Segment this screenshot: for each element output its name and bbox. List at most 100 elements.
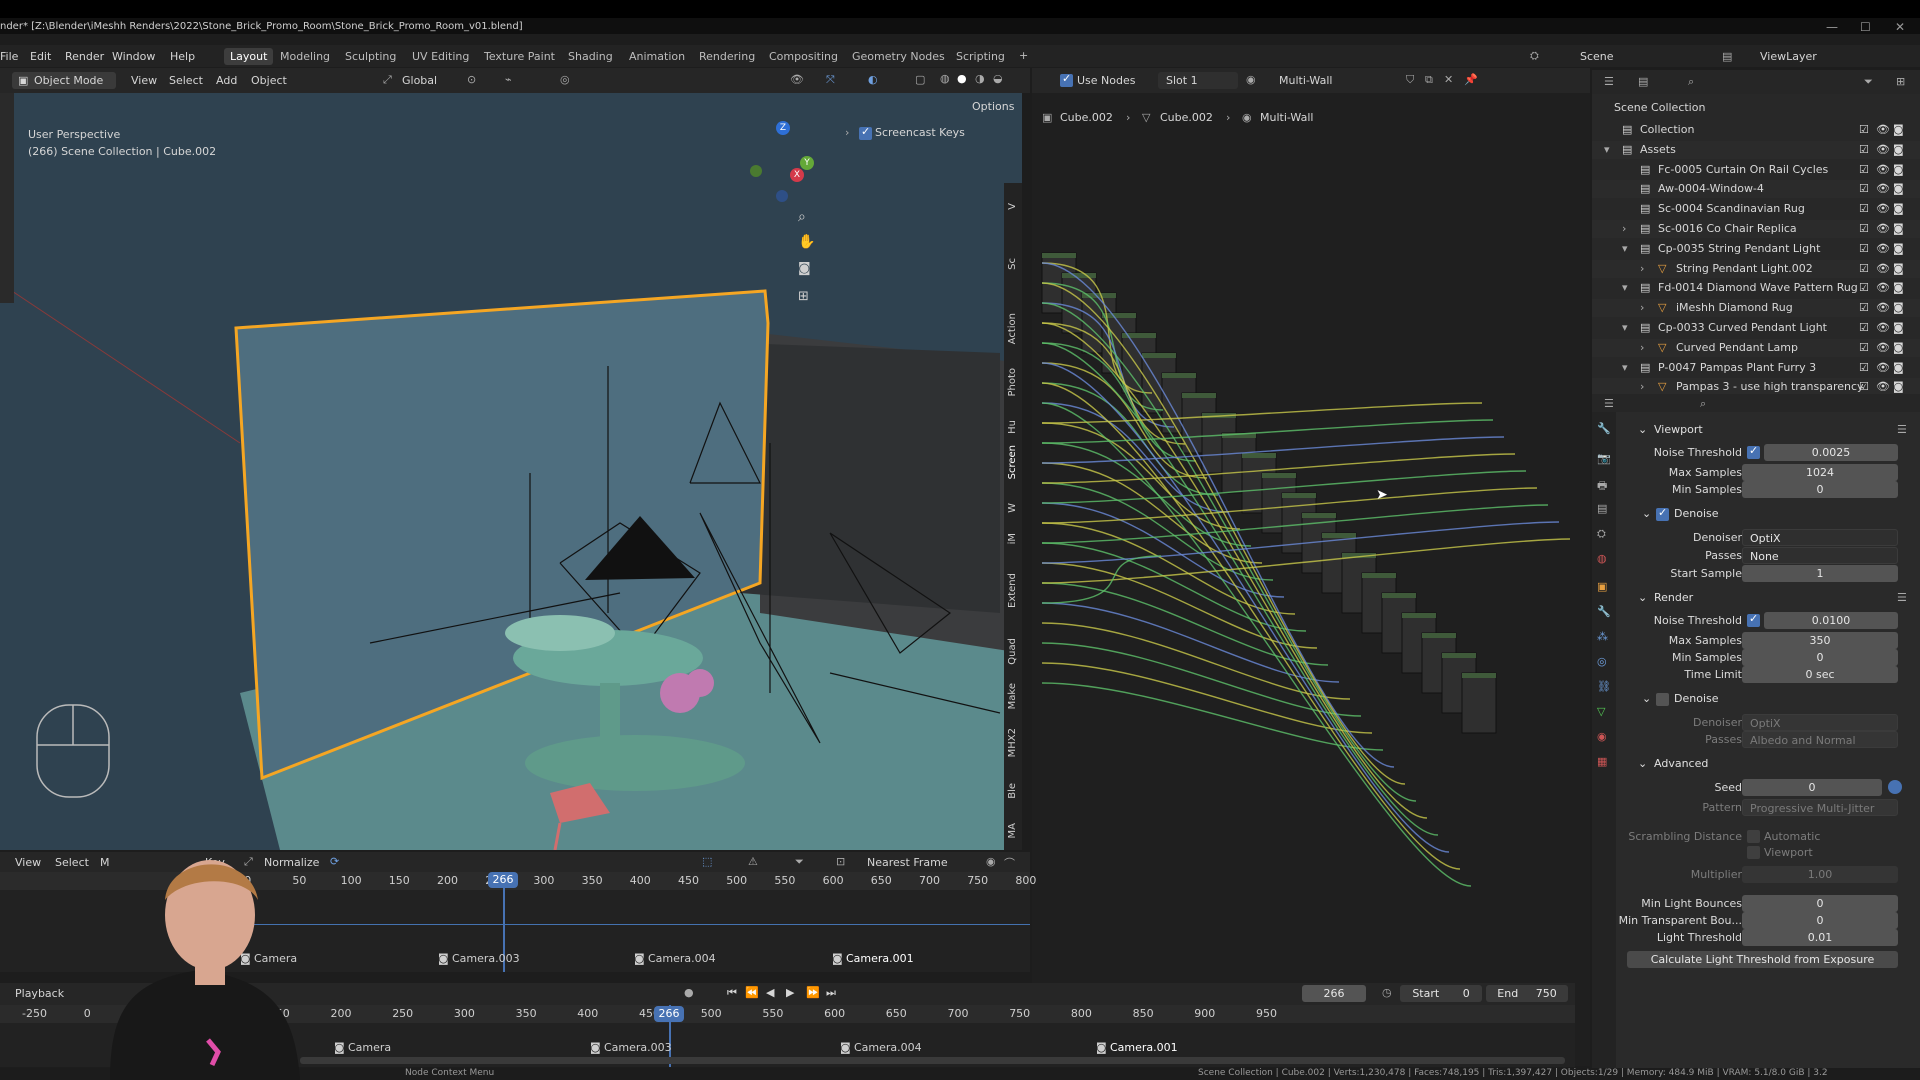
camera-view-icon[interactable]: ◙ — [798, 261, 811, 276]
screencast-keys-checkbox[interactable] — [859, 125, 872, 140]
screencast-keys-panel[interactable]: › Screencast Keys — [845, 125, 1010, 142]
pivot-icon[interactable]: ⊙ — [467, 73, 476, 86]
search-icon[interactable]: ⌕ — [1688, 75, 1694, 89]
outliner-row[interactable]: › ▤ Sc-0016 Co Chair Replica ☑ 👁 ◙ — [1592, 220, 1920, 238]
current-frame-field[interactable]: 266 — [1302, 985, 1366, 1002]
outliner-row[interactable]: › ▽ iMeshh Diamond Rug ☑ 👁 ◙ — [1592, 299, 1920, 318]
output-tab-icon[interactable]: 🖶 — [1597, 477, 1607, 496]
sidetab-extend[interactable]: Extend — [1007, 573, 1018, 608]
play-reverse-icon[interactable]: ◀ — [766, 986, 774, 999]
expand-arrow-icon[interactable]: › — [1622, 222, 1626, 235]
sidetab-action[interactable]: Action — [1007, 313, 1018, 344]
seed-field[interactable]: 0 — [1742, 779, 1882, 796]
tab-compositing[interactable]: Compositing — [769, 50, 838, 63]
multiplier-field[interactable]: 1.00 — [1742, 866, 1898, 883]
xray-icon[interactable]: ▢ — [915, 73, 925, 86]
outliner-row[interactable]: ▾ ▤ P-0047 Pampas Plant Furry 3 ☑ 👁 ◙ — [1592, 358, 1920, 377]
maximize-icon[interactable]: ☐ — [1860, 20, 1871, 34]
camera-marker-icon[interactable]: ◙ — [334, 1041, 345, 1054]
tab-shading[interactable]: Shading — [568, 50, 613, 63]
vp-max-samples-field[interactable]: 1024 — [1742, 464, 1898, 481]
eye-icon[interactable]: 👁 — [1876, 123, 1890, 136]
new-collection-icon[interactable]: ⊞ — [1896, 75, 1905, 88]
checkbox-icon[interactable]: ☑ — [1859, 242, 1869, 255]
view-layer-name[interactable]: ViewLayer — [1760, 50, 1817, 63]
camera-marker-icon[interactable]: ◙ — [832, 952, 843, 965]
falloff-icon[interactable]: ⌒ — [1004, 855, 1015, 871]
next-keyframe-icon[interactable]: ⏩ — [806, 986, 820, 999]
outliner-row[interactable]: ▤ Collection ☑ 👁 ◙ — [1592, 121, 1920, 139]
object-tab-icon[interactable]: ▣ — [1597, 580, 1607, 593]
advanced-section-title[interactable]: Advanced — [1654, 757, 1708, 770]
viewport-presets-icon[interactable]: ☰ — [1897, 423, 1907, 436]
eye-icon[interactable]: 👁 — [1876, 182, 1890, 195]
r-denoise-chevron-icon[interactable]: ⌄ — [1642, 692, 1651, 705]
camera-icon[interactable]: ◙ — [1893, 301, 1904, 314]
dope-current-frame[interactable]: 266 — [488, 872, 518, 888]
orientation-dropdown[interactable]: Global — [402, 74, 437, 87]
camera-marker-icon[interactable]: ◙ — [840, 1041, 851, 1054]
pan-hand-icon[interactable]: ✋ — [798, 234, 815, 250]
r-passes-dropdown[interactable]: Albedo and Normal — [1742, 731, 1898, 748]
editor-type-icon[interactable]: ☰ — [1604, 75, 1614, 88]
record-icon[interactable]: ● — [684, 986, 694, 999]
material-name-field[interactable]: Multi-Wall — [1279, 74, 1332, 87]
material-shading-icon[interactable]: ◑ — [975, 72, 985, 85]
eye-icon[interactable]: 👁 — [1876, 341, 1890, 354]
pin-icon[interactable]: 📌 — [1464, 73, 1478, 86]
properties-editor-icon[interactable]: ☰ — [1604, 397, 1614, 410]
scene-name[interactable]: Scene — [1580, 50, 1614, 63]
r-max-samples-field[interactable]: 350 — [1742, 632, 1898, 649]
outliner-row[interactable]: › ▽ String Pendant Light.002 ☑ 👁 ◙ — [1592, 259, 1920, 278]
r-denoise-checkbox[interactable] — [1656, 693, 1669, 706]
outliner-row[interactable]: ▤ Fc-0005 Curtain On Rail Cycles ☑ 👁 ◙ — [1592, 160, 1920, 179]
expand-arrow-icon[interactable]: › — [1640, 301, 1644, 314]
sidetab-mhx2[interactable]: MHX2 — [1007, 728, 1018, 757]
menu-file[interactable]: File — [0, 50, 18, 63]
expand-arrow-icon[interactable]: ▾ — [1622, 242, 1628, 255]
checkbox-icon[interactable]: ☑ — [1859, 380, 1869, 393]
checkbox-icon[interactable]: ☑ — [1859, 281, 1869, 294]
render-section-chevron-icon[interactable]: ⌄ — [1638, 591, 1647, 604]
scene-tab-icon[interactable]: ⛭ — [1597, 527, 1606, 541]
display-mode-icon[interactable]: ▤ — [1638, 75, 1648, 88]
eye-icon[interactable]: 👁 — [1876, 222, 1890, 235]
checkbox-icon[interactable]: ☑ — [1859, 182, 1869, 195]
outliner-row[interactable]: ▤ Sc-0004 Scandinavian Rug ☑ 👁 ◙ — [1592, 200, 1920, 219]
tab-geometry-nodes[interactable]: Geometry Nodes — [852, 50, 945, 63]
viewport-section-chevron-icon[interactable]: ⌄ — [1638, 423, 1647, 436]
outliner-scene-collection[interactable]: Scene Collection — [1614, 101, 1705, 114]
outliner-row[interactable]: ▾ ▤ Cp-0035 String Pendant Light ☑ 👁 ◙ — [1592, 239, 1920, 258]
texture-tab-icon[interactable]: ▦ — [1597, 755, 1607, 768]
render-tab-icon[interactable]: 📷 — [1597, 452, 1611, 465]
r-time-limit-field[interactable]: 0 sec — [1742, 666, 1898, 683]
camera-icon[interactable]: ◙ — [1893, 341, 1904, 354]
minimize-icon[interactable]: — — [1826, 20, 1838, 34]
solid-shading-icon[interactable]: ● — [957, 72, 967, 85]
outliner-row[interactable]: ▾ ▤ Cp-0033 Curved Pendant Light ☑ 👁 ◙ — [1592, 319, 1920, 337]
vp-denoise-checkbox[interactable] — [1656, 506, 1669, 521]
r-denoiser-dropdown[interactable]: OptiX — [1742, 714, 1898, 731]
eye-icon[interactable]: 👁 — [1876, 321, 1890, 334]
tab-uv-editing[interactable]: UV Editing — [412, 50, 469, 63]
jump-start-icon[interactable]: ⏮ — [727, 986, 737, 1000]
timeline-scrollbar[interactable] — [300, 1057, 1565, 1064]
dope-filter-icon[interactable]: ⏷ — [795, 855, 804, 869]
tab-scripting[interactable]: Scripting — [956, 50, 1005, 63]
world-tab-icon[interactable]: ◍ — [1597, 552, 1607, 565]
timeline-current-frame[interactable]: 266 — [654, 1006, 684, 1022]
viewport-menu-view[interactable]: View — [131, 74, 157, 87]
sidetab-ble[interactable]: Ble — [1007, 783, 1018, 799]
proportional-edit-icon[interactable]: ◎ — [560, 73, 570, 86]
constraints-tab-icon[interactable]: ⛓ — [1597, 680, 1611, 693]
playback-menu[interactable]: Playback — [15, 987, 64, 1000]
camera-marker-icon[interactable]: ◙ — [634, 952, 645, 965]
light-threshold-field[interactable]: 0.01 — [1742, 929, 1898, 946]
end-frame-field[interactable]: End 750 — [1486, 985, 1568, 1002]
r-noise-threshold-field[interactable]: 0.0100 — [1764, 612, 1898, 629]
checkbox-icon[interactable]: ☑ — [1859, 361, 1869, 374]
camera-icon[interactable]: ◙ — [1893, 202, 1904, 215]
camera-icon[interactable]: ◙ — [1893, 143, 1904, 156]
automatic-checkbox[interactable] — [1747, 830, 1760, 843]
camera-marker-icon[interactable]: ◙ — [438, 952, 449, 965]
